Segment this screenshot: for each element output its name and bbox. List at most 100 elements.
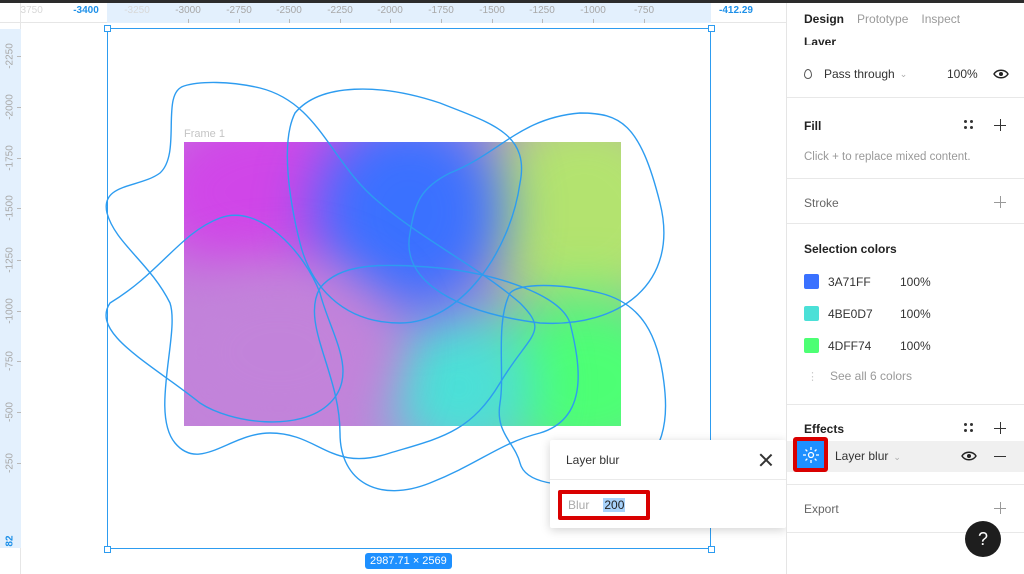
ruler-x-tick-mark: [593, 19, 594, 23]
canvas[interactable]: -3750 -3400 -3250 -3000 -2750 -2500 -2250 -2000…: [0, 3, 786, 574]
ruler-x-tick-label: -750: [633, 5, 655, 16]
style-grid-icon[interactable]: [964, 423, 974, 433]
ruler-corner: [0, 3, 21, 23]
add-effect-button[interactable]: [994, 422, 1006, 434]
color-row[interactable]: 3A71FF 100%: [804, 274, 931, 289]
ruler-x-tick-label: -2000: [377, 5, 403, 16]
effect-type-dropdown[interactable]: Layer blur ⌄: [835, 449, 901, 463]
ruler-y-tick-label: -2250: [4, 43, 16, 69]
ruler-y-tick-label: 82: [4, 535, 16, 547]
color-opacity[interactable]: 100%: [900, 307, 931, 321]
close-icon[interactable]: [758, 452, 774, 468]
ruler-y-tick-label: -1000: [4, 298, 16, 324]
add-fill-button[interactable]: [994, 119, 1006, 131]
color-hex[interactable]: 3A71FF: [828, 275, 900, 289]
blend-mode-icon: [804, 69, 812, 79]
effects-section: Effects Layer blur ⌄: [787, 405, 1024, 485]
blend-mode-dropdown[interactable]: Pass through: [824, 67, 895, 81]
blur-label: Blur: [568, 498, 590, 512]
vertical-ruler: -2250 -2000 -1750 -1500 -1250 -1000 -750 -500 -2…: [0, 23, 21, 574]
eye-icon[interactable]: [961, 451, 977, 461]
ruler-y-tick-label: -250: [4, 453, 16, 474]
color-swatch[interactable]: [804, 306, 819, 321]
ruler-x-tick-mark: [239, 19, 240, 23]
ruler-x-tick-label: -1750: [428, 5, 454, 16]
more-vertical-icon: ⋮: [807, 370, 818, 383]
color-opacity[interactable]: 100%: [900, 275, 931, 289]
color-row[interactable]: 4BE0D7 100%: [804, 306, 931, 321]
ruler-x-tick-mark: [188, 19, 189, 23]
effect-settings-button[interactable]: [793, 437, 828, 472]
resize-handle-bottom-right[interactable]: [707, 545, 715, 553]
color-swatch[interactable]: [804, 338, 819, 353]
chevron-down-icon: ⌄: [893, 452, 901, 462]
ruler-x-tick-mark: [340, 19, 341, 23]
remove-effect-button[interactable]: [994, 450, 1006, 462]
ruler-y-tick-label: -1250: [4, 247, 16, 273]
blur-value[interactable]: 200: [603, 498, 626, 512]
color-hex[interactable]: 4BE0D7: [828, 307, 900, 321]
ruler-x-tick-label: -1250: [529, 5, 555, 16]
ruler-y-tick-mark: [17, 463, 21, 464]
color-opacity[interactable]: 100%: [900, 339, 931, 353]
ruler-x-tick-label: -2250: [327, 5, 353, 16]
ruler-x-tick-mark: [644, 19, 645, 23]
stroke-title: Stroke: [804, 196, 839, 210]
ruler-x-tick-label: -2750: [226, 5, 252, 16]
ruler-y-tick-mark: [17, 260, 21, 261]
horizontal-ruler: -3750 -3400 -3250 -3000 -2750 -2500 -2250 -2000…: [0, 3, 786, 23]
popup-header: Layer blur: [550, 440, 786, 480]
ruler-x-tick-label: -2500: [276, 5, 302, 16]
ruler-x-tick-label: -1000: [580, 5, 606, 16]
export-title: Export: [804, 502, 839, 516]
effects-title: Effects: [804, 422, 845, 436]
figma-editor: -3750 -3400 -3250 -3000 -2750 -2500 -2250 -2000…: [0, 0, 1024, 574]
color-swatch[interactable]: [804, 274, 819, 289]
style-grid-icon[interactable]: [964, 120, 974, 130]
ruler-x-tick-label: -3750: [17, 5, 43, 16]
resize-handle-bottom-left[interactable]: [103, 545, 111, 553]
ruler-x-tick-mark: [289, 19, 290, 23]
color-row[interactable]: 4DFF74 100%: [804, 338, 931, 353]
fill-message: Click + to replace mixed content.: [804, 151, 971, 163]
chevron-down-icon[interactable]: ⌄: [900, 69, 908, 80]
sun-blur-icon: [802, 446, 819, 463]
ruler-x-tick-label: -3400: [73, 5, 99, 16]
ruler-x-tick-mark: [492, 19, 493, 23]
fill-section: Fill Click + to replace mixed content.: [787, 98, 1024, 179]
help-button[interactable]: ?: [965, 521, 1001, 557]
ruler-x-tick-label: -3000: [175, 5, 201, 16]
ruler-x-tick-mark: [390, 19, 391, 23]
ruler-y-tick-mark: [17, 56, 21, 57]
selection-size-badge: 2987.71 × 2569: [365, 553, 452, 569]
see-all-colors[interactable]: ⋮ See all 6 colors: [807, 369, 912, 383]
ruler-y-tick-label: -500: [4, 402, 16, 423]
color-hex[interactable]: 4DFF74: [828, 339, 900, 353]
ruler-y-tick-label: -1750: [4, 145, 16, 171]
see-all-colors-link[interactable]: See all 6 colors: [830, 369, 912, 383]
add-export-button[interactable]: [994, 502, 1006, 514]
fill-title: Fill: [804, 119, 822, 133]
ruler-y-tick-mark: [17, 361, 21, 362]
panel-tabs: Design Prototype Inspect: [787, 3, 1024, 35]
tab-prototype[interactable]: Prototype: [857, 12, 908, 26]
ruler-y-tick-mark: [17, 107, 21, 108]
ruler-x-tick-mark: [542, 19, 543, 23]
selection-colors-title: Selection colors: [804, 242, 897, 256]
ruler-x-tick-label: -412.29: [719, 5, 753, 16]
ruler-x-tick-label: -1500: [479, 5, 505, 16]
tab-inspect[interactable]: Inspect: [921, 12, 960, 26]
add-stroke-button[interactable]: [994, 196, 1006, 208]
ruler-y-tick-label: -750: [4, 351, 16, 372]
properties-panel: Design Prototype Inspect Layer Pass thro…: [786, 3, 1024, 574]
ruler-y-tick-label: -1500: [4, 195, 16, 221]
eye-icon[interactable]: [993, 69, 1009, 79]
blur-input[interactable]: Blur 200: [558, 490, 650, 520]
layer-opacity[interactable]: 100%: [947, 67, 978, 81]
selection-colors-section: Selection colors 3A71FF 100% 4BE0D7 100%…: [787, 224, 1024, 405]
ruler-y-tick-mark: [17, 412, 21, 413]
resize-handle-top-left[interactable]: [103, 24, 111, 32]
resize-handle-top-right[interactable]: [707, 24, 715, 32]
ruler-x-tick-label: -3250: [124, 5, 150, 16]
tab-design[interactable]: Design: [804, 12, 844, 26]
